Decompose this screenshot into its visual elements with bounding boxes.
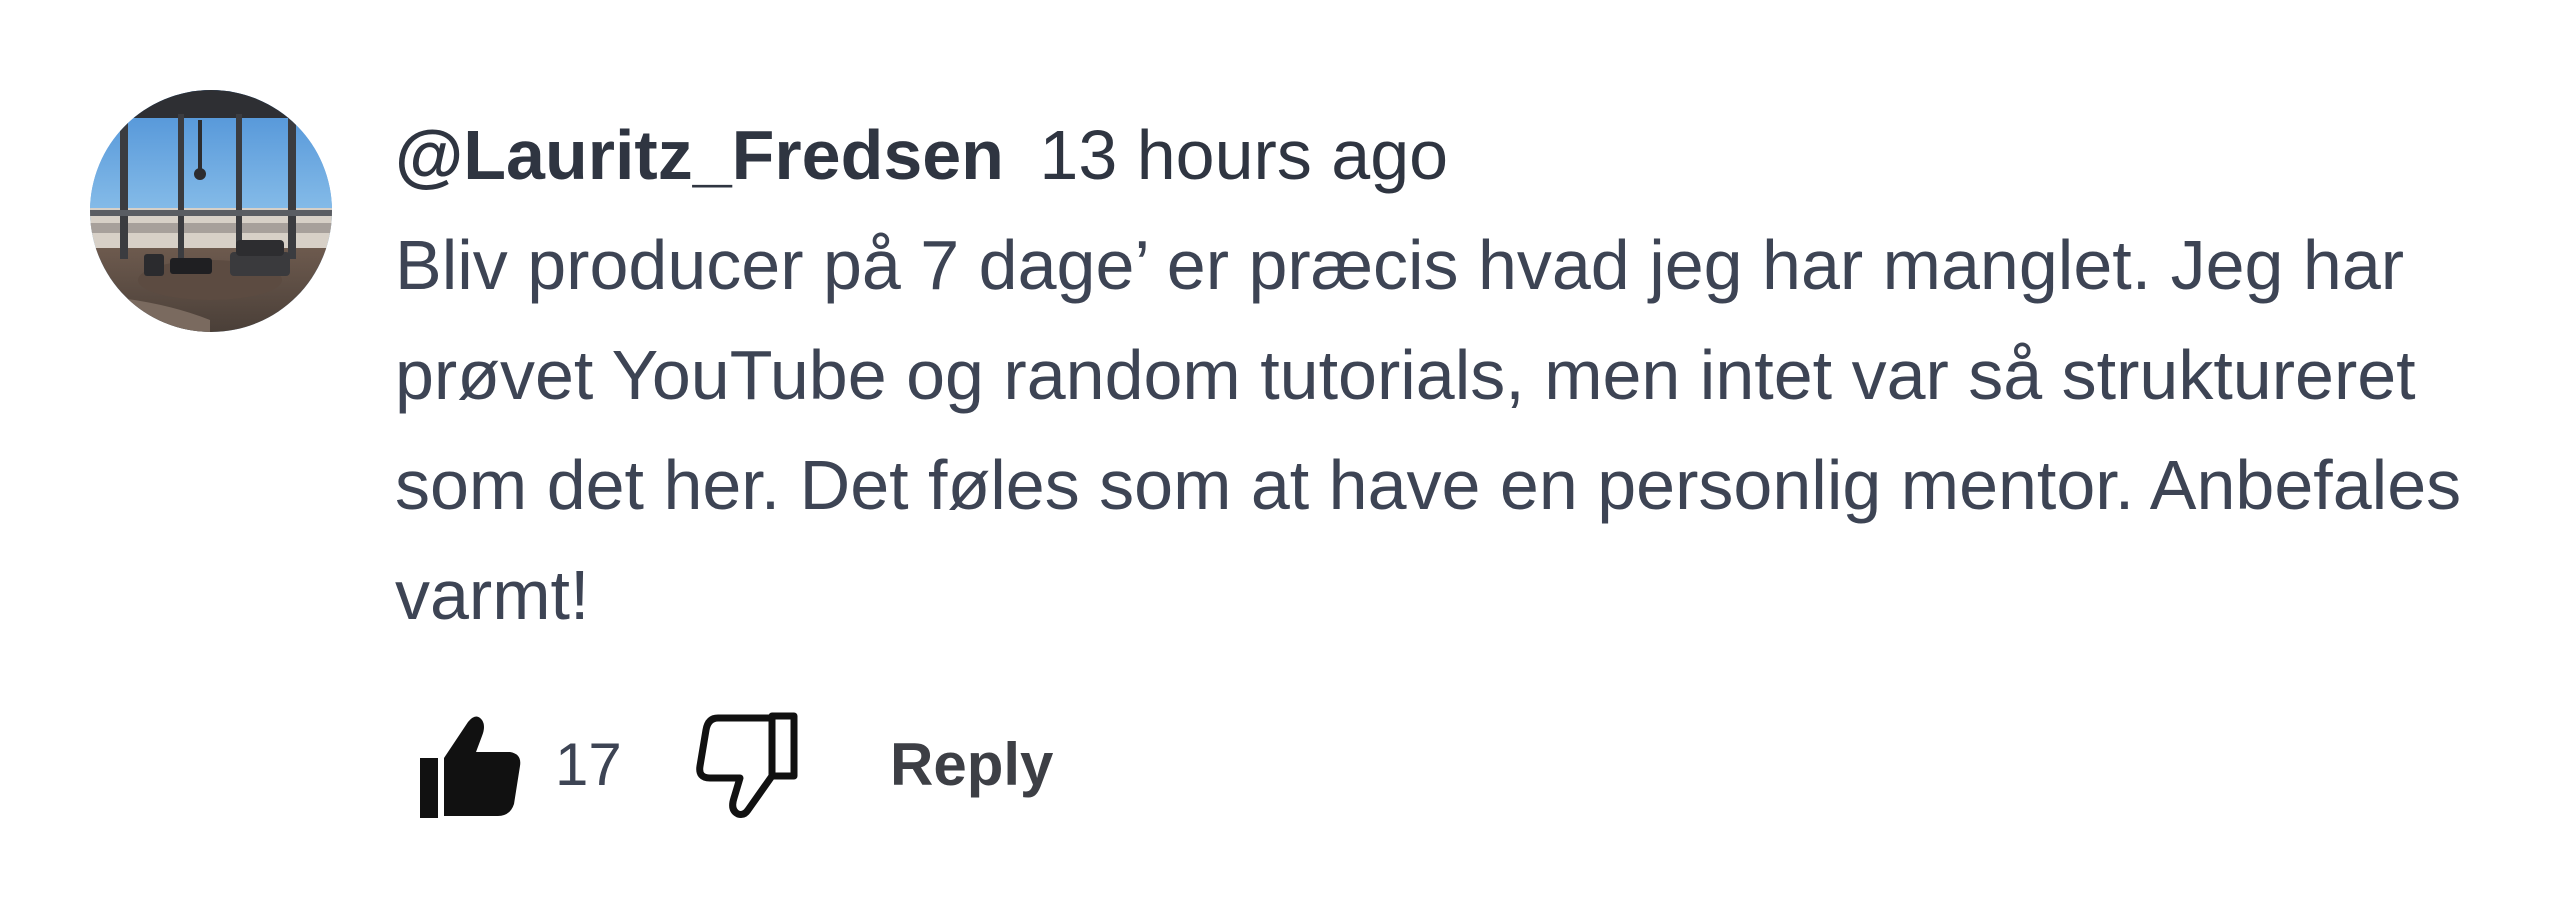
comment-text: Bliv producer på 7 dage’ er præcis hvad … (395, 226, 2462, 634)
reply-button[interactable]: Reply (890, 730, 1053, 800)
thumb-down-icon[interactable] (690, 706, 808, 824)
avatar[interactable] (90, 90, 332, 332)
comment-timestamp: 13 hours ago (1039, 116, 1449, 194)
thumb-up-icon[interactable] (410, 706, 528, 824)
comment-author[interactable]: @Lauritz_Fredsen (395, 116, 1004, 194)
comment: @Lauritz_Fredsen 13 hours ago Bliv produ… (0, 0, 2568, 912)
comment-content: @Lauritz_Fredsen 13 hours ago Bliv produ… (395, 100, 2495, 650)
comment-actions: 17 Reply (400, 706, 1400, 836)
comment-header: @Lauritz_Fredsen 13 hours ago (395, 100, 2495, 210)
like-count: 17 (555, 731, 622, 798)
